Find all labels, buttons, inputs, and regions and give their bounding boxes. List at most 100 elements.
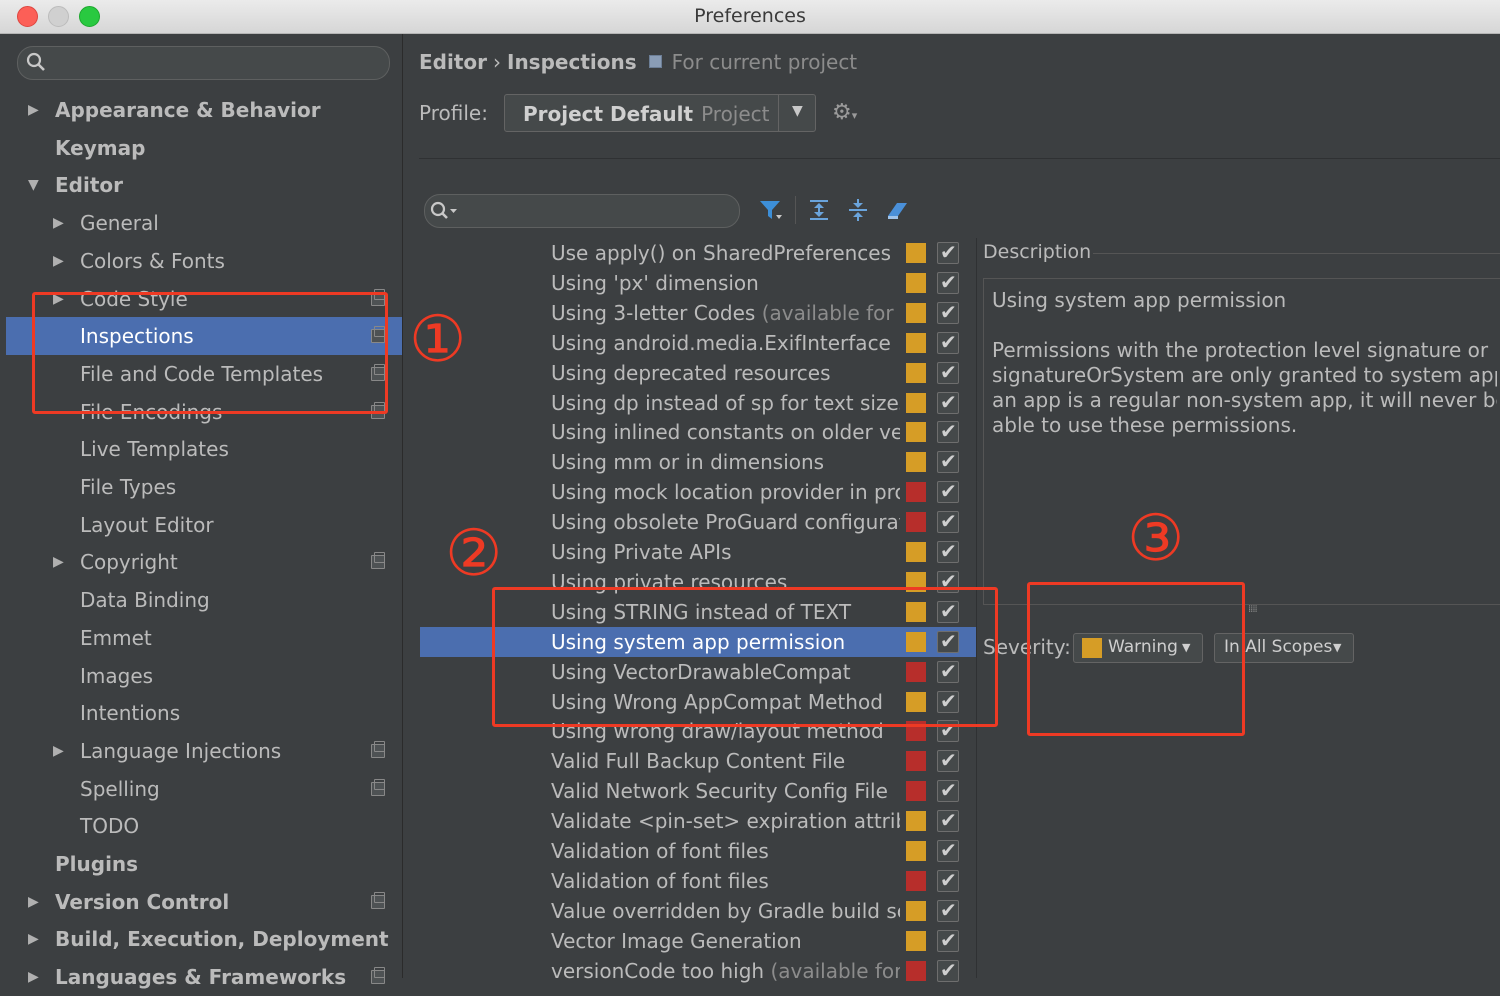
enabled-checkbox[interactable] bbox=[937, 327, 959, 357]
collapsed-arrow-icon[interactable]: ▶ bbox=[53, 204, 64, 242]
expanded-arrow-icon[interactable]: ▼ bbox=[28, 166, 39, 204]
collapsed-arrow-icon[interactable]: ▶ bbox=[53, 242, 64, 280]
inspection-row[interactable]: Validation of font files bbox=[420, 835, 976, 866]
sidebar-item[interactable]: Data Binding bbox=[6, 581, 402, 619]
enabled-checkbox[interactable] bbox=[937, 775, 959, 805]
enabled-checkbox[interactable] bbox=[937, 476, 959, 506]
sidebar-item[interactable]: Emmet bbox=[6, 619, 402, 657]
collapse-all-icon[interactable] bbox=[846, 198, 870, 222]
enabled-checkbox[interactable] bbox=[937, 895, 959, 925]
enabled-checkbox[interactable] bbox=[937, 745, 959, 775]
inspection-row[interactable]: Valid Full Backup Content File bbox=[420, 745, 976, 776]
breadcrumb: Editor › Inspections For current project bbox=[419, 50, 857, 74]
splitter-grip-icon[interactable]: ⁞⁞⁞⁞ bbox=[1248, 604, 1258, 615]
collapsed-arrow-icon[interactable]: ▶ bbox=[53, 543, 64, 581]
chevron-down-icon[interactable]: ▼ bbox=[792, 103, 803, 119]
enabled-checkbox[interactable] bbox=[937, 835, 959, 865]
inspection-name: Using inlined constants on older ver bbox=[551, 417, 900, 447]
inspection-row[interactable]: Using dp instead of sp for text sizes bbox=[420, 387, 976, 418]
sidebar-item-label: Spelling bbox=[80, 776, 160, 801]
gear-icon[interactable]: ⚙▾ bbox=[832, 100, 857, 125]
collapsed-arrow-icon[interactable]: ▶ bbox=[28, 91, 39, 129]
sidebar-item[interactable]: Keymap bbox=[6, 129, 402, 167]
sidebar-item[interactable]: Live Templates bbox=[6, 430, 402, 468]
expand-all-icon[interactable] bbox=[807, 198, 831, 222]
settings-search-input[interactable] bbox=[17, 46, 390, 80]
inspection-row[interactable]: Value overridden by Gradle build scr bbox=[420, 895, 976, 926]
warning-severity-icon bbox=[906, 332, 926, 353]
enabled-checkbox[interactable] bbox=[937, 925, 959, 955]
inspection-row[interactable]: Validation of font files bbox=[420, 865, 976, 896]
sidebar-item[interactable]: ▶ Build, Execution, Deployment bbox=[6, 920, 402, 958]
enabled-checkbox[interactable] bbox=[937, 416, 959, 446]
inspection-name: Validation of font files bbox=[551, 866, 900, 896]
inspection-row[interactable]: Using mock location provider in pro bbox=[420, 476, 976, 507]
inspection-row[interactable]: Using mm or in dimensions bbox=[420, 446, 976, 477]
inspection-row[interactable]: Using 3-letter Codes (available for A bbox=[420, 297, 976, 328]
sidebar-item-label: Images bbox=[80, 663, 154, 688]
reset-icon[interactable] bbox=[885, 198, 909, 222]
profile-dropdown[interactable]: Project Default Project ▼ bbox=[504, 94, 816, 132]
warning-severity-icon bbox=[906, 272, 926, 293]
inspection-row[interactable]: Using Private APIs bbox=[420, 536, 976, 567]
sidebar-item[interactable]: ▶ Languages & Frameworks bbox=[6, 958, 402, 996]
collapsed-arrow-icon[interactable]: ▶ bbox=[28, 958, 39, 996]
inspection-row[interactable]: Using android.media.ExifInterface bbox=[420, 327, 976, 358]
inspection-row[interactable]: Using deprecated resources bbox=[420, 357, 976, 388]
enabled-checkbox[interactable] bbox=[937, 955, 959, 985]
project-settings-icon bbox=[371, 552, 385, 570]
enabled-checkbox[interactable] bbox=[937, 865, 959, 895]
sidebar-item[interactable]: ▶ General bbox=[6, 204, 402, 242]
inspection-row[interactable]: Valid Network Security Config File bbox=[420, 775, 976, 806]
description-label: Description bbox=[983, 241, 1092, 263]
enabled-checkbox[interactable] bbox=[937, 536, 959, 566]
inspection-row[interactable]: Using inlined constants on older ver bbox=[420, 416, 976, 447]
filter-icon[interactable] bbox=[758, 198, 782, 222]
collapsed-arrow-icon[interactable]: ▶ bbox=[28, 883, 39, 921]
sidebar-item[interactable]: Spelling bbox=[6, 770, 402, 808]
enabled-checkbox[interactable] bbox=[937, 297, 959, 327]
sidebar-item[interactable]: ▶ Colors & Fonts bbox=[6, 242, 402, 280]
enabled-checkbox[interactable] bbox=[937, 387, 959, 417]
sidebar-item[interactable]: ▶ Language Injections bbox=[6, 732, 402, 770]
inspection-row[interactable]: Using obsolete ProGuard configurat bbox=[420, 506, 976, 537]
enabled-checkbox[interactable] bbox=[937, 237, 959, 267]
enabled-checkbox[interactable] bbox=[937, 357, 959, 387]
breadcrumb-scope: For current project bbox=[671, 50, 858, 74]
project-settings-icon bbox=[371, 740, 385, 758]
collapsed-arrow-icon[interactable]: ▶ bbox=[53, 732, 64, 770]
sidebar-item[interactable]: Intentions bbox=[6, 694, 402, 732]
inspections-search-input[interactable] bbox=[424, 194, 740, 228]
description-line: signatureOrSystem are only granted to sy… bbox=[992, 363, 1497, 387]
sidebar-item[interactable]: Images bbox=[6, 657, 402, 695]
sidebar-item[interactable]: ▶ Version Control bbox=[6, 883, 402, 921]
inspection-label: Validate <pin-set> expiration attribu bbox=[551, 809, 900, 834]
breadcrumb-editor: Editor bbox=[419, 50, 487, 74]
description-body: Permissions with the protection level si… bbox=[992, 338, 1497, 438]
enabled-checkbox[interactable] bbox=[937, 506, 959, 536]
inspection-row[interactable]: Validate <pin-set> expiration attribu bbox=[420, 805, 976, 836]
inspection-name: Using dp instead of sp for text sizes bbox=[551, 388, 900, 418]
collapsed-arrow-icon[interactable]: ▶ bbox=[28, 920, 39, 958]
inspection-row[interactable]: Use apply() on SharedPreferences bbox=[420, 237, 976, 268]
sidebar-item[interactable]: ▼ Editor bbox=[6, 166, 402, 204]
enabled-checkbox[interactable] bbox=[937, 267, 959, 297]
sidebar-item[interactable]: ▶ Copyright bbox=[6, 543, 402, 581]
enabled-checkbox[interactable] bbox=[937, 805, 959, 835]
inspection-row[interactable]: Vector Image Generation bbox=[420, 925, 976, 956]
sidebar-item[interactable]: Layout Editor bbox=[6, 506, 402, 544]
enabled-checkbox[interactable] bbox=[937, 446, 959, 476]
inspection-label: Using 3-letter Codes bbox=[551, 300, 756, 325]
sidebar-item[interactable]: Plugins bbox=[6, 845, 402, 883]
inspection-name: Using mock location provider in pro bbox=[551, 477, 900, 507]
annotation-box-inspection-rows bbox=[492, 587, 998, 727]
sidebar-item[interactable]: ▶ Appearance & Behavior bbox=[6, 91, 402, 129]
inspection-label: Using dp instead of sp for text sizes bbox=[551, 390, 900, 415]
window-title: Preferences bbox=[694, 5, 806, 27]
sidebar-item[interactable]: File Types bbox=[6, 468, 402, 506]
breadcrumb-inspections: Inspections bbox=[507, 50, 637, 74]
inspection-row[interactable]: Using 'px' dimension bbox=[420, 267, 976, 298]
sidebar-item[interactable]: TODO bbox=[6, 807, 402, 845]
inspection-row[interactable]: versionCode too high (available for A bbox=[420, 955, 976, 986]
warning-severity-icon bbox=[906, 302, 926, 323]
